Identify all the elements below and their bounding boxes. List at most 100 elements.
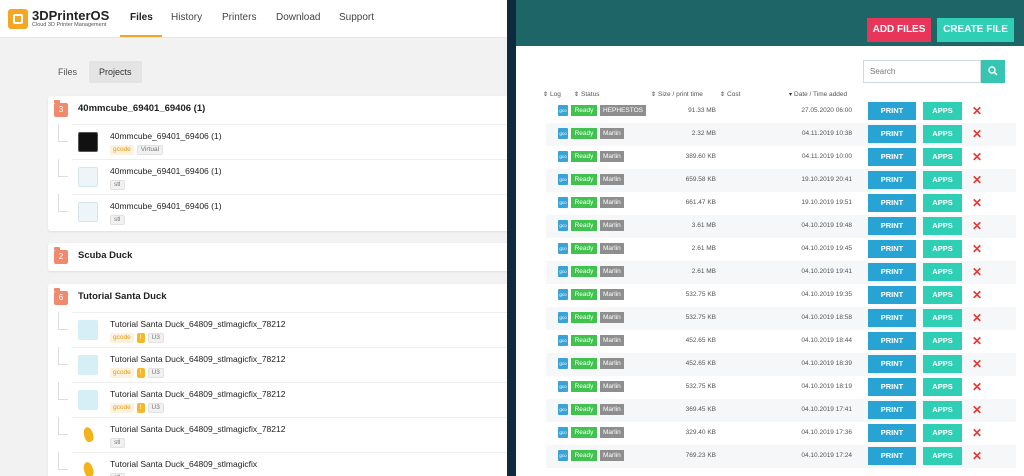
delete-icon[interactable]: ✕ [971,403,983,417]
status-badge: Ready [571,358,597,369]
file-row[interactable]: Tutorial Santa Duck_64809_stlmagicfix_78… [58,347,507,382]
print-button[interactable]: PRINT [868,194,916,212]
file-row[interactable]: 40mmcube_69401_69406 (1) stl [58,159,507,194]
print-button[interactable]: PRINT [868,263,916,281]
nav-support[interactable]: Support [339,12,374,23]
delete-icon[interactable]: ✕ [971,104,983,118]
delete-icon[interactable]: ✕ [971,265,983,279]
nav-printers[interactable]: Printers [222,12,256,23]
printer-badge: Marlin [600,450,624,461]
print-button[interactable]: PRINT [868,240,916,258]
print-button[interactable]: PRINT [868,355,916,373]
file-row[interactable]: Tutorial Santa Duck_64809_stlmagicfix_78… [58,312,507,347]
file-row[interactable]: 40mmcube_69401_69406 (1) stl [58,194,507,229]
print-button[interactable]: PRINT [868,401,916,419]
print-button[interactable]: PRINT [868,148,916,166]
printer-badge: Marlin [600,289,624,300]
print-button[interactable]: PRINT [868,447,916,465]
print-button[interactable]: PRINT [868,171,916,189]
delete-icon[interactable]: ✕ [971,219,983,233]
add-files-button[interactable]: ADD FILES [867,18,931,42]
file-size: 532.75 KB [685,314,716,321]
apps-button[interactable]: APPS [923,102,962,120]
col-header-size[interactable]: ⇕ Size / print time [651,91,703,98]
print-button[interactable]: PRINT [868,332,916,350]
apps-button[interactable]: APPS [923,125,962,143]
search-input[interactable]: Search [863,60,981,83]
subtab-projects[interactable]: Projects [89,61,142,83]
nav-download[interactable]: Download [276,12,320,23]
status-badge: Ready [571,427,597,438]
print-button[interactable]: PRINT [868,424,916,442]
col-header-log[interactable]: ⇕ Log [543,91,561,98]
printer-badge: Marlin [600,427,624,438]
project-header[interactable]: 3 40mmcube_69401_69406 (1) [48,96,507,122]
date-added: 04.10.2019 17:41 [801,406,852,413]
project-card[interactable]: 6 Tutorial Santa Duck Tutorial Santa Duck_… [48,284,507,476]
create-file-button[interactable]: CREATE FILE [937,18,1014,42]
file-size: 329.40 KB [685,429,716,436]
printer-badge: Marlin [600,312,624,323]
status-badge: Ready [571,266,597,277]
apps-button[interactable]: APPS [923,332,962,350]
apps-button[interactable]: APPS [923,148,962,166]
apps-button[interactable]: APPS [923,447,962,465]
print-button[interactable]: PRINT [868,125,916,143]
subtab-files[interactable]: Files [48,61,87,83]
nav-files[interactable]: Files [130,12,153,23]
file-tag: stl [110,215,125,225]
apps-button[interactable]: APPS [923,286,962,304]
file-row[interactable]: Tutorial Santa Duck_64809_stlmagicfix_78… [58,417,507,452]
print-button[interactable]: PRINT [868,286,916,304]
print-button[interactable]: PRINT [868,309,916,327]
apps-button[interactable]: APPS [923,355,962,373]
col-header-date[interactable]: ▾ Date / Time added [789,91,847,98]
print-button[interactable]: PRINT [868,217,916,235]
date-added: 04.10.2019 17:24 [801,452,852,459]
delete-icon[interactable]: ✕ [971,311,983,325]
apps-button[interactable]: APPS [923,171,962,189]
project-header[interactable]: 6 Tutorial Santa Duck [48,284,507,310]
apps-button[interactable]: APPS [923,263,962,281]
delete-icon[interactable]: ✕ [971,196,983,210]
file-size: 2.61 MB [691,245,716,252]
col-header-cost[interactable]: ⇕ Cost [720,91,740,98]
file-table-row: gco Ready Marlin 532.75 KB 04.10.2019 18:19 P… [546,376,1016,399]
project-card[interactable]: 3 40mmcube_69401_69406 (1) 40mmcube_69401_… [48,96,507,231]
gcode-file-icon: gco [558,289,568,300]
file-thumbnail [78,425,98,445]
project-header[interactable]: 2 Scuba Duck [48,243,507,269]
gcode-file-icon: gco [558,151,568,162]
apps-button[interactable]: APPS [923,424,962,442]
apps-button[interactable]: APPS [923,194,962,212]
apps-button[interactable]: APPS [923,240,962,258]
delete-icon[interactable]: ✕ [971,449,983,463]
delete-icon[interactable]: ✕ [971,288,983,302]
col-header-status[interactable]: ⇕ Status [574,91,599,98]
delete-icon[interactable]: ✕ [971,127,983,141]
apps-button[interactable]: APPS [923,378,962,396]
delete-icon[interactable]: ✕ [971,380,983,394]
gcode-file-icon: gco [558,266,568,277]
delete-icon[interactable]: ✕ [971,334,983,348]
date-added: 04.10.2019 18:19 [801,383,852,390]
delete-icon[interactable]: ✕ [971,426,983,440]
file-table-row: gco Ready Marlin 659.58 KB 19.10.2019 20:41 P… [546,169,1016,192]
delete-icon[interactable]: ✕ [971,357,983,371]
project-card[interactable]: 2 Scuba Duck [48,243,507,271]
apps-button[interactable]: APPS [923,401,962,419]
apps-button[interactable]: APPS [923,309,962,327]
nav-history[interactable]: History [171,12,202,23]
delete-icon[interactable]: ✕ [971,173,983,187]
search-button[interactable] [981,60,1005,83]
file-row[interactable]: Tutorial Santa Duck_64809_stlmagicfixstl [58,452,507,476]
col-label: Date / Time added [794,91,848,98]
apps-button[interactable]: APPS [923,217,962,235]
delete-icon[interactable]: ✕ [971,150,983,164]
print-button[interactable]: PRINT [868,378,916,396]
file-row[interactable]: Tutorial Santa Duck_64809_stlmagicfix_78… [58,382,507,417]
logo[interactable]: 3DPrinterOS Cloud 3D Printer Management [8,6,109,32]
print-button[interactable]: PRINT [868,102,916,120]
delete-icon[interactable]: ✕ [971,242,983,256]
file-row[interactable]: 40mmcube_69401_69406 (1)gcodeVirtual$4 [58,124,507,159]
